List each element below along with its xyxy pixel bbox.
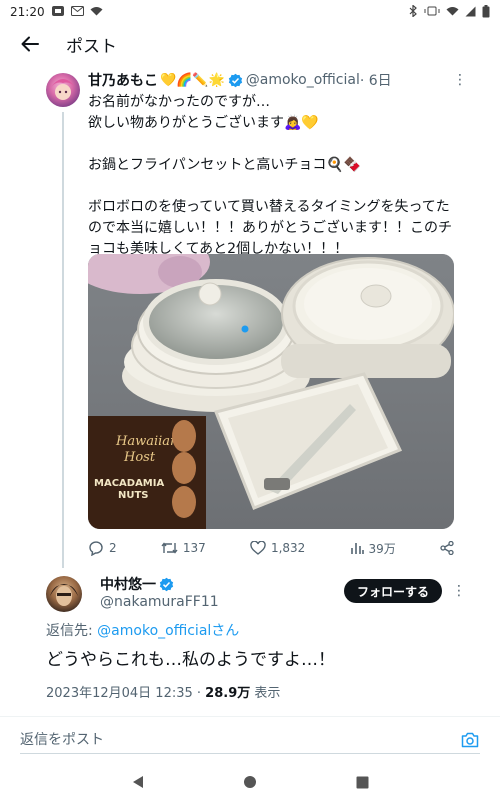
- status-time: 21:20: [10, 5, 45, 19]
- reply-icon: [89, 541, 103, 556]
- bar-chart-icon: [350, 543, 364, 554]
- reply-count: 2: [109, 541, 117, 555]
- circle-home-icon: [244, 776, 256, 788]
- more-options-icon[interactable]: ⋮: [452, 583, 466, 599]
- views-label: 表示: [250, 686, 281, 701]
- reply-input[interactable]: [20, 731, 420, 748]
- notification-icon: [51, 5, 65, 19]
- repost-icon: [161, 542, 178, 554]
- follow-button[interactable]: フォローする: [344, 579, 442, 603]
- post-text: お名前がなかったのですが… 欲しい物ありがとうございます🙇‍♀️💛 お鍋とフライ…: [88, 94, 452, 257]
- post-text: どうやらこれも…私のようですよ…！: [46, 650, 335, 670]
- product-brand-text-2: Host: [123, 450, 156, 465]
- share-icon: [440, 541, 454, 555]
- author-handle[interactable]: @nakamuraFF11: [100, 594, 219, 610]
- post-actions: 2 137 1,832 39万: [88, 538, 454, 558]
- replying-prefix: 返信先:: [46, 623, 98, 639]
- author-handle[interactable]: @amoko_official: [246, 72, 360, 88]
- system-nav-bar: [0, 764, 500, 800]
- back-button[interactable]: [18, 32, 42, 56]
- more-options-icon[interactable]: ⋮: [453, 72, 467, 88]
- nav-recents-button[interactable]: [350, 770, 374, 794]
- post-image[interactable]: Hawaiian Host MACADAMIA NUTS: [88, 254, 454, 529]
- verified-badge-icon: [159, 577, 174, 592]
- product-name-text-2: NUTS: [118, 490, 149, 501]
- page-title: ポスト: [66, 36, 117, 57]
- heart-icon: [250, 541, 266, 555]
- nav-home-button[interactable]: [238, 770, 262, 794]
- author-name[interactable]: 中村悠一: [100, 574, 156, 594]
- name-emojis: 💛🌈✏️🌟: [160, 72, 225, 88]
- wifi-icon: [90, 6, 103, 18]
- product-brand-text: Hawaiian: [115, 434, 178, 449]
- repost-button[interactable]: 137: [161, 541, 206, 555]
- views-count: 28.9万: [205, 686, 251, 701]
- reply-button[interactable]: 2: [88, 540, 117, 556]
- like-button[interactable]: 1,832: [250, 541, 305, 555]
- share-button[interactable]: [440, 541, 454, 555]
- verified-badge-icon: [228, 73, 243, 88]
- repost-count: 137: [182, 541, 206, 555]
- top-bar: ポスト: [0, 24, 500, 64]
- post-time: · 6日: [359, 73, 392, 89]
- mail-icon: [70, 6, 84, 18]
- status-bar: 21:20: [0, 0, 500, 24]
- vibrate-icon: [424, 6, 440, 18]
- bluetooth-icon: [409, 4, 418, 19]
- arrow-left-icon: [21, 36, 39, 52]
- replying-to: 返信先: @amoko_officialさん: [46, 620, 239, 640]
- avatar[interactable]: [46, 73, 80, 107]
- views-button[interactable]: 39万: [350, 540, 396, 557]
- signal-icon: [465, 6, 476, 19]
- camera-icon: [461, 732, 479, 747]
- triangle-back-icon: [133, 776, 143, 788]
- camera-button[interactable]: [460, 730, 480, 750]
- post-meta: 2023年12月04日 12:35 · 28.9万 表示: [46, 682, 280, 701]
- reply-composer: [20, 726, 480, 754]
- avatar[interactable]: [46, 576, 82, 612]
- post-timestamp[interactable]: 2023年12月04日 12:35 ·: [46, 686, 205, 701]
- like-count: 1,832: [270, 541, 306, 555]
- product-name-text: MACADAMIA: [94, 478, 164, 489]
- thread-connector-line: [62, 112, 64, 568]
- nav-back-button[interactable]: [126, 770, 150, 794]
- replying-handle-link[interactable]: @amoko_official: [97, 623, 211, 639]
- wifi-icon: [446, 6, 459, 18]
- battery-icon: [482, 4, 490, 20]
- replying-suffix: さん: [211, 623, 240, 639]
- view-count: 39万: [368, 541, 396, 556]
- divider: [0, 716, 500, 717]
- author-name[interactable]: 甘乃あもこ: [88, 70, 158, 90]
- square-recents-icon: [356, 776, 368, 788]
- author-name-row: 中村悠一: [100, 574, 177, 594]
